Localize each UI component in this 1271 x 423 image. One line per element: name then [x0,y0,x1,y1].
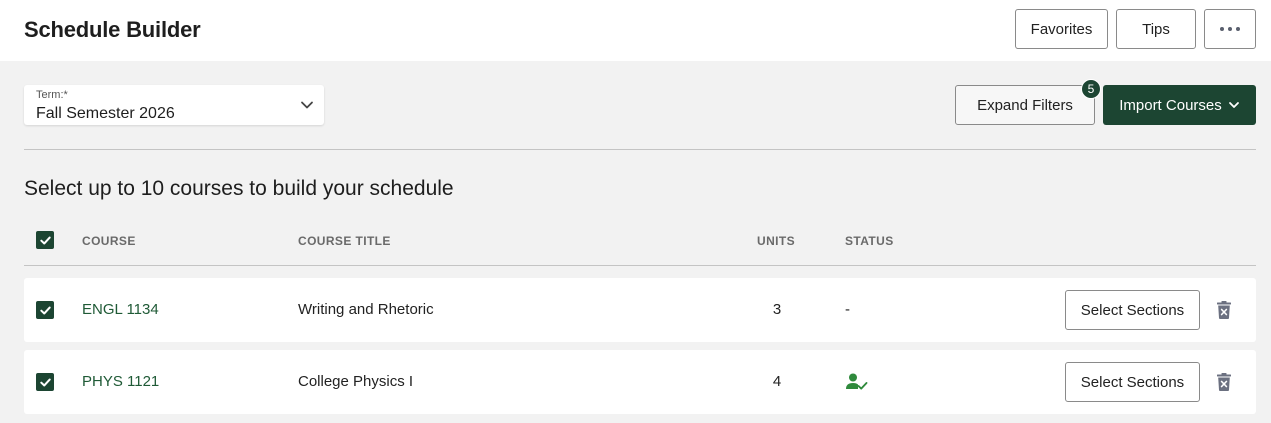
course-title: Writing and Rhetoric [298,301,434,318]
more-options-button[interactable] [1204,9,1256,49]
import-courses-label: Import Courses [1119,96,1222,114]
course-units: 4 [772,373,782,390]
term-label: Term:* [36,89,68,101]
column-header-title: COURSE TITLE [298,234,391,248]
course-code-link[interactable]: PHYS 1121 [82,373,159,390]
column-header-units: UNITS [757,234,795,248]
row-checkbox[interactable] [36,301,54,319]
term-value: Fall Semester 2026 [36,105,175,122]
course-title: College Physics I [298,373,414,390]
tips-button[interactable]: Tips [1116,9,1196,49]
expand-filters-button[interactable]: Expand Filters [955,85,1095,125]
select-sections-button[interactable]: Select Sections [1065,290,1200,330]
select-sections-button[interactable]: Select Sections [1065,362,1200,402]
checkmark-icon [39,378,51,386]
course-status: - [845,301,850,318]
checkmark-icon [39,236,51,244]
divider [24,265,1256,266]
table-row: ENGL 1134 Writing and Rhetoric 3 - Selec… [24,278,1256,342]
checkmark-icon [39,306,51,314]
delete-icon[interactable] [1217,301,1231,319]
course-units: 3 [772,301,782,318]
chevron-down-icon [1228,102,1239,108]
user-check-icon [846,373,868,390]
column-header-status: STATUS [845,234,894,248]
column-header-course: COURSE [82,234,136,248]
divider [24,149,1256,150]
top-bar: Schedule Builder Favorites Tips [0,0,1271,61]
select-all-checkbox[interactable] [36,231,54,249]
course-list-heading: Select up to 10 courses to build your sc… [24,177,454,200]
delete-icon[interactable] [1217,373,1231,391]
table-row: PHYS 1121 College Physics I 4 Select Sec… [24,350,1256,414]
import-courses-button[interactable]: Import Courses [1103,85,1256,125]
page-title: Schedule Builder [24,17,201,42]
more-horizontal-icon [1220,27,1240,31]
favorites-button[interactable]: Favorites [1015,9,1108,49]
course-code-link[interactable]: ENGL 1134 [82,301,159,318]
term-select[interactable]: Term:* Fall Semester 2026 [24,85,324,125]
row-checkbox[interactable] [36,373,54,391]
filter-count-badge: 5 [1081,79,1101,99]
chevron-down-icon [301,101,313,109]
